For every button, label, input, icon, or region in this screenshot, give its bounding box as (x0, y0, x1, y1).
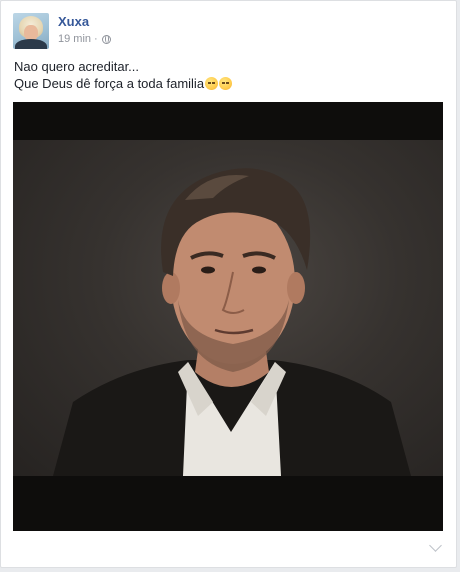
avatar-shoulders (15, 39, 47, 49)
photo-portrait (53, 168, 411, 476)
post-timestamp[interactable]: 19 min (58, 33, 91, 45)
sad-face-emoji-icon (205, 77, 219, 90)
post-text-line-2-content: Que Deus dê força a toda familia (14, 76, 205, 91)
author-name[interactable]: Xuxa (58, 14, 89, 29)
post-text-line-1: Nao quero acreditar... (14, 59, 140, 74)
post-meta: 19 min · (58, 33, 111, 45)
author-avatar[interactable] (13, 13, 49, 49)
post-text: Nao quero acreditar... Que Deus dê força… (14, 58, 233, 92)
globe-icon[interactable] (101, 34, 111, 44)
post-photo[interactable] (13, 102, 443, 531)
post-text-line-2: Que Deus dê força a toda familia (14, 75, 233, 92)
meta-separator: · (94, 33, 98, 45)
post-card: Xuxa 19 min · Nao quero acreditar... Que… (0, 0, 457, 568)
post-options-chevron-icon[interactable] (429, 539, 442, 552)
sad-face-emoji-icon (219, 77, 233, 90)
